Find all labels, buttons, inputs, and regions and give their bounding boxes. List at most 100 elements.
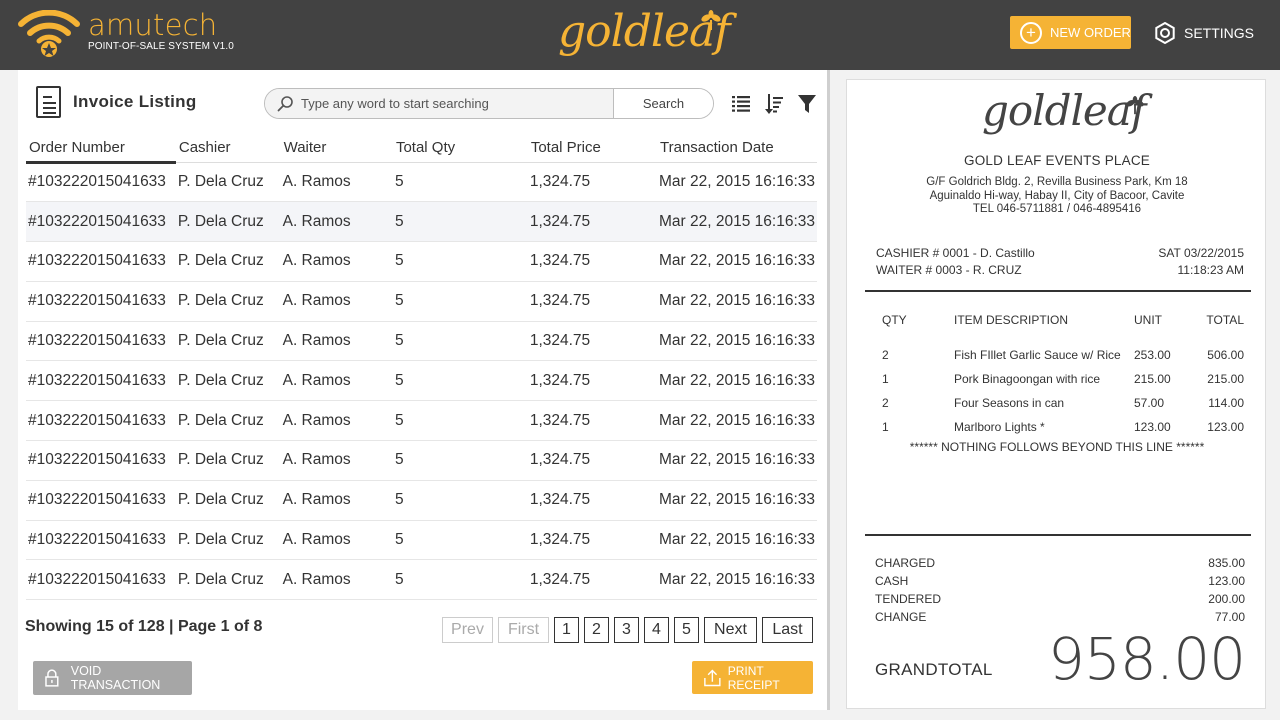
- receipt-time: 11:18:23 AM: [1177, 263, 1245, 277]
- table-row[interactable]: #103222015041633 P. Dela Cruz A. Ramos 5 1,3…: [26, 281, 817, 322]
- filter-icon[interactable]: [798, 94, 816, 119]
- leaf-icon: [1126, 96, 1144, 115]
- items-col-unit: UNIT: [1134, 313, 1162, 327]
- total-value: 200.00: [1208, 592, 1245, 606]
- table-row[interactable]: #103222015041633 P. Dela Cruz A. Ramos 5 1,3…: [26, 480, 817, 521]
- cell-cashier: P. Dela Cruz: [175, 480, 281, 521]
- nothing-follows-note: ****** NOTHING FOLLOWS BEYOND THIS LINE …: [909, 440, 1205, 454]
- col-order-number[interactable]: Order Number: [26, 134, 176, 164]
- print-receipt-button[interactable]: PRINT RECEIPT: [692, 661, 813, 694]
- item-description: Fish FIllet Garlic Sauce w/ Rice: [954, 348, 1121, 362]
- search-bar: Search: [264, 88, 714, 119]
- address-line-2: Aguinaldo Hi-way, Habay II, City of Baco…: [929, 189, 1185, 202]
- pagination: Prev First 1 2 3 4 5 Next Last: [442, 617, 813, 643]
- new-order-button[interactable]: + NEW ORDER: [1010, 16, 1131, 49]
- divider: [865, 534, 1251, 536]
- page-button-4[interactable]: 4: [644, 617, 669, 643]
- cell-waiter: A. Ramos: [280, 321, 393, 362]
- table-row[interactable]: #103222015041633 P. Dela Cruz A. Ramos 5 1,3…: [26, 162, 817, 203]
- item-unit: 123.00: [1134, 420, 1171, 434]
- settings-button[interactable]: SETTINGS: [1154, 20, 1254, 46]
- table-row[interactable]: #103222015041633 P. Dela Cruz A. Ramos 5 1,3…: [26, 559, 817, 601]
- invoice-panel: Invoice Listing Search: [18, 70, 830, 710]
- table-row[interactable]: #103222015041633 P. Dela Cruz A. Ramos 5 1,3…: [26, 321, 817, 362]
- total-value: 835.00: [1208, 556, 1245, 570]
- page-button-2[interactable]: 2: [584, 617, 609, 643]
- table-header-row: Order Number Cashier Waiter Total Qty To…: [26, 134, 817, 164]
- total-label: CHANGE: [875, 610, 927, 624]
- receipt-preview: goldleaf GOLD LEAF EVENTS PLACE G/F Gold…: [846, 79, 1266, 709]
- search-input[interactable]: [301, 96, 601, 111]
- col-transaction-date[interactable]: Transaction Date: [657, 134, 817, 163]
- brand-name: amutech: [88, 8, 218, 42]
- total-label: TENDERED: [875, 592, 942, 606]
- cell-cashier: P. Dela Cruz: [175, 162, 281, 203]
- cell-order-number: #103222015041633: [26, 241, 176, 282]
- cell-total-qty: 5: [392, 400, 528, 442]
- toolbar: [732, 94, 816, 119]
- page-title: Invoice Listing: [73, 92, 197, 111]
- cell-total-price: 1,324.75: [527, 241, 658, 282]
- first-page-button[interactable]: First: [498, 617, 549, 643]
- cell-transaction-date: Mar 22, 2015 16:16:33: [657, 241, 817, 282]
- item-total: 123.00: [1207, 420, 1244, 434]
- item-total: 215.00: [1207, 372, 1244, 386]
- void-transaction-button[interactable]: VOID TRANSACTION: [33, 661, 192, 695]
- table-row[interactable]: #103222015041633 P. Dela Cruz A. Ramos 5 1,3…: [26, 400, 817, 442]
- divider: [865, 290, 1251, 292]
- cell-cashier: P. Dela Cruz: [175, 281, 281, 322]
- cell-total-price: 1,324.75: [527, 201, 658, 243]
- cell-transaction-date: Mar 22, 2015 16:16:33: [657, 281, 817, 322]
- store-address: G/F Goldrich Bldg. 2, Revilla Business P…: [847, 176, 1267, 217]
- cell-order-number: #103222015041633: [26, 440, 176, 481]
- receipt-item-row: 1 Marlboro Lights * 123.00 123.00: [882, 415, 1244, 439]
- receipt-date: SAT 03/22/2015: [1158, 246, 1244, 260]
- receipt-item-row: 2 Four Seasons in can 57.00 114.00: [882, 391, 1244, 415]
- cell-transaction-date: Mar 22, 2015 16:16:33: [657, 400, 817, 442]
- search-button[interactable]: Search: [613, 89, 713, 118]
- cell-waiter: A. Ramos: [280, 480, 393, 521]
- item-description: Pork Binagoongan with rice: [954, 372, 1101, 386]
- prev-page-button[interactable]: Prev: [442, 617, 493, 643]
- cell-transaction-date: Mar 22, 2015 16:16:33: [657, 520, 817, 561]
- table-row[interactable]: #103222015041633 P. Dela Cruz A. Ramos 5 1,3…: [26, 440, 817, 481]
- sort-icon[interactable]: [765, 94, 783, 119]
- cell-total-price: 1,324.75: [527, 281, 658, 322]
- table-row[interactable]: #103222015041633 P. Dela Cruz A. Ramos 5 1,3…: [26, 201, 817, 243]
- cell-waiter: A. Ramos: [280, 440, 393, 481]
- items-col-total: TOTAL: [1206, 313, 1244, 327]
- item-qty: 2: [882, 348, 889, 362]
- col-total-price[interactable]: Total Price: [527, 134, 658, 163]
- item-unit: 57.00: [1134, 396, 1165, 410]
- lock-icon: [45, 669, 59, 687]
- page-button-5[interactable]: 5: [674, 617, 699, 643]
- cell-order-number: #103222015041633: [26, 360, 176, 402]
- cell-order-number: #103222015041633: [26, 480, 176, 521]
- item-qty: 1: [882, 420, 889, 434]
- cell-total-qty: 5: [392, 281, 528, 322]
- col-cashier[interactable]: Cashier: [175, 134, 281, 163]
- item-total: 506.00: [1207, 348, 1244, 362]
- cell-total-price: 1,324.75: [527, 520, 658, 561]
- table-row[interactable]: #103222015041633 P. Dela Cruz A. Ramos 5 1,3…: [26, 241, 817, 282]
- next-page-button[interactable]: Next: [704, 617, 757, 643]
- col-waiter[interactable]: Waiter: [280, 134, 393, 163]
- last-page-button[interactable]: Last: [762, 617, 813, 643]
- grand-total-value: 958.00: [1048, 625, 1246, 693]
- table-row[interactable]: #103222015041633 P. Dela Cruz A. Ramos 5 1,3…: [26, 360, 817, 402]
- store-name: GOLD LEAF EVENTS PLACE: [964, 153, 1150, 168]
- table-row[interactable]: #103222015041633 P. Dela Cruz A. Ramos 5 1,3…: [26, 520, 817, 561]
- item-total: 114.00: [1208, 396, 1244, 410]
- list-view-icon[interactable]: [732, 94, 750, 119]
- new-order-label: NEW ORDER: [1050, 25, 1131, 40]
- leaf-icon: [701, 10, 721, 30]
- page-button-1[interactable]: 1: [554, 617, 579, 643]
- cell-cashier: P. Dela Cruz: [175, 520, 281, 561]
- cell-total-price: 1,324.75: [527, 162, 658, 203]
- cell-cashier: P. Dela Cruz: [175, 440, 281, 481]
- cell-order-number: #103222015041633: [26, 520, 176, 561]
- item-description: Marlboro Lights *: [954, 420, 1045, 434]
- col-total-qty[interactable]: Total Qty: [392, 134, 528, 163]
- page-button-3[interactable]: 3: [614, 617, 639, 643]
- cell-cashier: P. Dela Cruz: [175, 559, 281, 601]
